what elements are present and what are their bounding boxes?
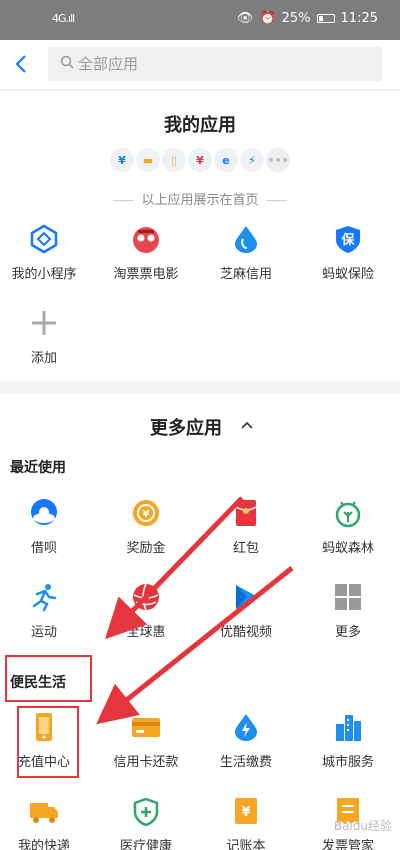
app-medical-health[interactable]: 医疗健康 [96, 796, 196, 850]
battery-percent: 25% [281, 11, 311, 26]
search-box[interactable] [48, 47, 382, 81]
mini-icon-bolt: ⚡ [240, 148, 264, 172]
app-my-mini-program[interactable]: 我的小程序 [0, 224, 94, 282]
sport-icon [29, 582, 59, 612]
mini-icon-card: ▬ [136, 148, 160, 172]
red-packet-icon [231, 498, 261, 528]
movie-ticket-icon [131, 224, 161, 254]
chevron-up-icon[interactable] [240, 419, 254, 431]
app-ant-forest[interactable]: 蚂蚁森林 [298, 498, 398, 556]
reward-icon: ¥ [131, 498, 161, 528]
my-apps-title: 我的应用 [164, 115, 236, 136]
app-ledger[interactable]: ¥ 记账本 [196, 796, 296, 850]
express-icon [29, 796, 59, 826]
eye-icon: 👁 [236, 11, 254, 26]
app-utility-payment[interactable]: 生活缴费 [196, 712, 296, 770]
utility-icon [231, 712, 261, 742]
more-apps-toggle[interactable]: 更多应用 [0, 414, 386, 440]
highlight-box-recharge [17, 706, 79, 778]
clock-time: 11:25 [340, 11, 378, 26]
credit-card-icon [131, 712, 161, 742]
alarm-icon: ⏰ [259, 11, 276, 26]
ledger-icon: ¥ [231, 796, 261, 826]
app-sesame-credit[interactable]: 芝麻信用 [196, 224, 296, 282]
sesame-credit-icon [231, 224, 261, 254]
recent-title: 最近使用 [10, 460, 66, 476]
svg-text:¥: ¥ [241, 805, 250, 820]
mini-icon-more: ••• [266, 148, 290, 172]
add-icon [29, 308, 59, 338]
mini-icon-phone: ▯ [162, 148, 186, 172]
more-grid-icon [333, 582, 363, 612]
global-deal-icon [131, 582, 161, 612]
app-ant-insurance[interactable]: 保 蚂蚁保险 [298, 224, 398, 282]
city-service-icon [333, 712, 363, 742]
app-reward[interactable]: ¥ 奖励金 [96, 498, 196, 556]
search-icon [48, 55, 78, 73]
app-my-express[interactable]: 我的快递 [0, 796, 94, 850]
signal-indicator: 4G.ıll [52, 12, 75, 25]
watermark: Baidu经验 [333, 819, 392, 833]
chevron-left-icon [15, 55, 26, 73]
mini-program-icon [29, 224, 59, 254]
app-city-service[interactable]: 城市服务 [298, 712, 398, 770]
app-jiebei[interactable]: 借呗 [0, 498, 94, 556]
mini-icon-yuan: ¥ [110, 148, 134, 172]
youku-icon [231, 582, 261, 612]
search-input[interactable] [78, 55, 358, 73]
status-bar: 4G.ıll 👁 ⏰ 25% 11:25 [0, 0, 400, 40]
back-button[interactable] [10, 52, 32, 76]
add-app-button[interactable]: 添加 [0, 308, 94, 366]
home-app-preview: ¥ ▬ ▯ ¥ e ⚡ ••• [110, 148, 290, 172]
app-youku[interactable]: 优酷视频 [196, 582, 296, 640]
battery-icon [316, 14, 335, 23]
svg-text:¥: ¥ [143, 509, 150, 520]
app-credit-card-repay[interactable]: 信用卡还款 [96, 712, 196, 770]
home-display-hint: 以上应用展示在首页 [141, 193, 259, 208]
ant-insurance-icon: 保 [333, 224, 363, 254]
ant-forest-icon [333, 498, 363, 528]
app-sport[interactable]: 运动 [0, 582, 94, 640]
highlight-box-life [5, 655, 92, 702]
mini-icon-e: e [214, 148, 238, 172]
svg-text:保: 保 [340, 232, 355, 248]
app-red-packet[interactable]: 红包 [196, 498, 296, 556]
jiebei-icon [29, 498, 59, 528]
medical-icon [131, 796, 161, 826]
more-apps-title: 更多应用 [150, 418, 222, 439]
app-more[interactable]: 更多 [298, 582, 398, 640]
app-global-deal[interactable]: 全球惠 [96, 582, 196, 640]
search-header [0, 40, 400, 90]
mini-icon-moneybag: ¥ [188, 148, 212, 172]
app-taopiaopiao[interactable]: 淘票票电影 [96, 224, 196, 282]
